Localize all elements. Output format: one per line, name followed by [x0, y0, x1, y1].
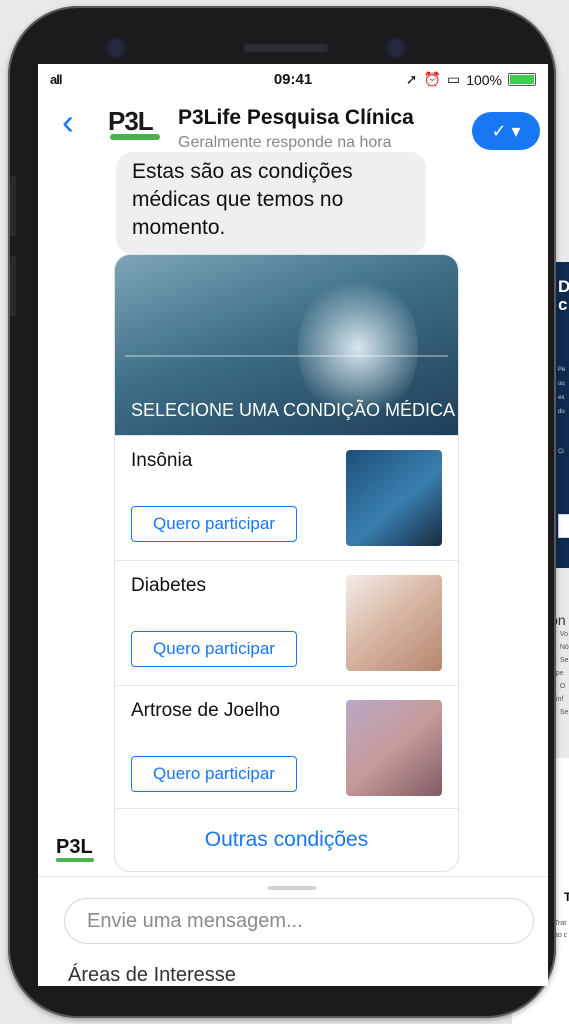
condition-name: Insônia [131, 450, 193, 471]
list-item: Artrose de Joelho Quero participar [115, 685, 458, 810]
screen-mirroring-icon: ▭ [446, 71, 461, 87]
list-item: Insônia Quero participar [115, 435, 458, 560]
conditions-card: SELECIONE UMA CONDIÇÃO MÉDICA Insônia Qu… [114, 254, 459, 872]
alarm-icon: ⏰ [423, 71, 441, 87]
background-button [558, 514, 569, 538]
background-line: Pe [558, 367, 566, 373]
composer-divider [38, 876, 548, 877]
page-title[interactable]: P3Life Pesquisa Clínica [178, 106, 414, 130]
phone-frame: all 09:41 ➚ ⏰ ▭ 100% ‹ P3L P3Life Pesqui… [8, 6, 556, 1018]
drag-handle[interactable] [268, 886, 316, 890]
avatar-underline [56, 858, 94, 862]
avatar: P3L [56, 836, 98, 866]
page-logo[interactable]: P3L [108, 106, 162, 146]
background-line: ex [558, 395, 565, 401]
chat-header: ‹ P3L P3Life Pesquisa Clínica Geralmente… [38, 94, 548, 158]
alarm-clock-image [346, 450, 442, 546]
speaker-grille [244, 44, 328, 52]
chevron-left-icon[interactable]: ‹ [62, 104, 74, 140]
battery-percent: 100% [466, 71, 502, 88]
camera-icon [108, 40, 124, 56]
volume-button [10, 256, 16, 316]
hero-heartbeat-line [125, 355, 448, 357]
other-conditions-button[interactable]: Outras condições [115, 808, 458, 871]
volume-button [10, 176, 16, 236]
card-hero-image: SELECIONE UMA CONDIÇÃO MÉDICA [115, 255, 458, 435]
location-icon: ➚ [405, 71, 418, 87]
logo-text: P3L [108, 106, 154, 136]
condition-name: Diabetes [131, 575, 206, 596]
participate-button[interactable]: Quero participar [131, 756, 297, 792]
logo-underline [110, 134, 160, 140]
list-item: Diabetes Quero participar [115, 560, 458, 685]
background-lower-title: T [564, 890, 569, 904]
background-line: du [558, 409, 565, 415]
background-line: Ci [558, 449, 564, 455]
background-headline: D c [558, 277, 569, 314]
participate-button[interactable]: Quero participar [131, 506, 297, 542]
knee-image [346, 700, 442, 796]
response-time: Geralmente responde na hora [178, 134, 392, 151]
battery-icon [508, 73, 536, 86]
glucose-meter-image [346, 575, 442, 671]
checkmark-dropdown-icon[interactable]: ✓ ▾ [472, 112, 540, 150]
card-hero-title: SELECIONE UMA CONDIÇÃO MÉDICA [131, 400, 456, 420]
participate-button[interactable]: Quero participar [131, 631, 297, 667]
background-line: ou [558, 381, 565, 387]
phone-screen: all 09:41 ➚ ⏰ ▭ 100% ‹ P3L P3Life Pesqui… [38, 64, 548, 986]
message-input[interactable]: Envie uma mensagem... [64, 898, 534, 944]
menu-peek-item[interactable]: Áreas de Interesse [68, 964, 236, 986]
avatar-text: P3L [56, 836, 93, 858]
condition-name: Artrose de Joelho [131, 700, 280, 721]
message-bubble: Estas são as condições médicas que temos… [116, 152, 426, 254]
front-sensor-icon [388, 40, 404, 56]
status-bar: all 09:41 ➚ ⏰ ▭ 100% [38, 64, 548, 94]
